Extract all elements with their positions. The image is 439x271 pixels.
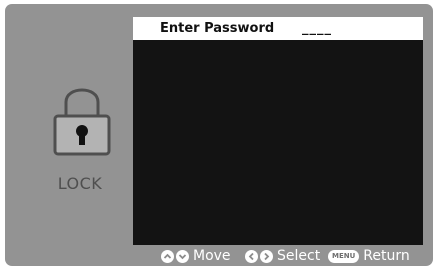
down-arrow-icon <box>176 249 189 263</box>
up-arrow-icon <box>161 249 174 263</box>
padlock-icon <box>53 88 111 156</box>
lock-osd-window: LOCK Enter Password ____ Move Select MEN… <box>5 4 433 266</box>
password-menu: Enter Password ____ <box>133 17 423 245</box>
password-label: Enter Password <box>160 21 275 36</box>
left-arrow-icon <box>245 249 258 263</box>
select-label: Select <box>277 248 321 264</box>
remote-control-hints: Move Select MENU Return <box>133 247 423 265</box>
password-input[interactable]: ____ <box>302 21 332 36</box>
lock-label: LOCK <box>57 174 103 193</box>
menu-key-icon: MENU <box>328 249 360 263</box>
return-hint: MENU Return <box>328 247 410 265</box>
password-entry-row[interactable]: Enter Password ____ <box>133 17 423 40</box>
select-hint: Select <box>245 247 320 265</box>
move-label: Move <box>193 248 231 264</box>
lock-panel: LOCK <box>5 4 132 266</box>
move-hint: Move <box>161 247 231 265</box>
right-arrow-icon <box>260 249 273 263</box>
return-label: Return <box>363 248 410 264</box>
